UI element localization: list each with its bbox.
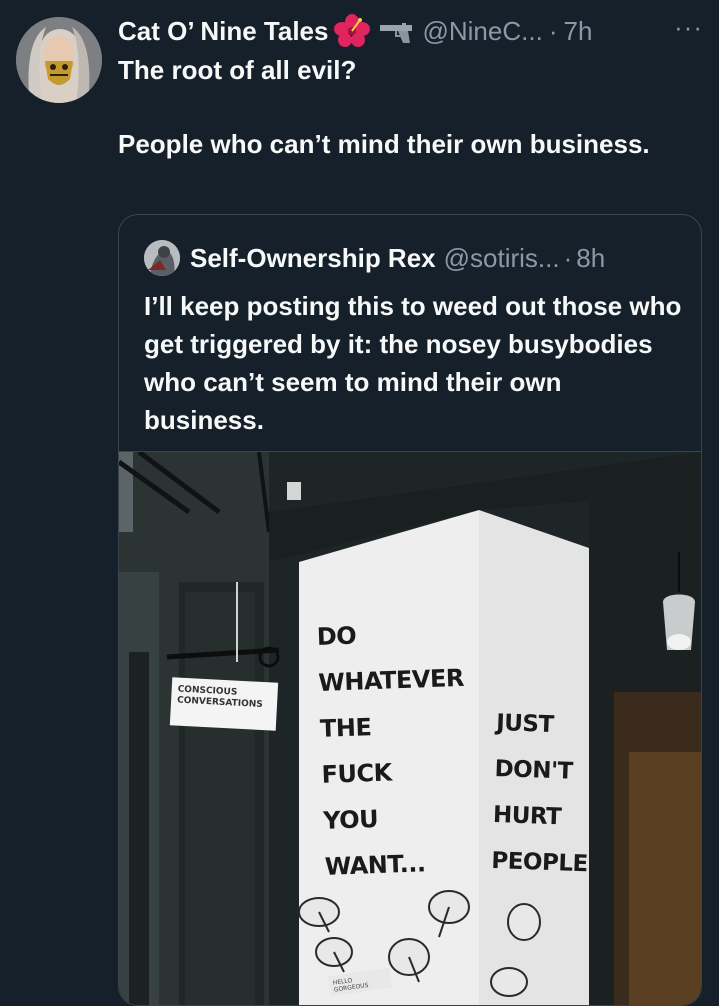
hanging-sign: CONSCIOUS CONVERSATIONS xyxy=(169,677,279,731)
tweet-header: Cat O’ Nine Tales @NineC... · 7h ··· xyxy=(118,12,709,50)
wall-word: JUST xyxy=(495,709,555,738)
wall-word: PEOPLE xyxy=(490,847,589,878)
wall-word: YOU xyxy=(322,804,379,835)
wall-word: DON'T xyxy=(494,755,574,785)
wall-text-left: DO WHATEVER THE FUCK YOU WANT... xyxy=(316,609,471,890)
author-avatar[interactable] xyxy=(16,17,102,103)
tweet-text: The root of all evil? People who can’t m… xyxy=(118,52,678,163)
quoted-text: I’ll keep posting this to weed out those… xyxy=(144,291,682,435)
wall-word: HURT xyxy=(492,801,562,831)
tweet-text-line-1: The root of all evil? xyxy=(118,55,357,85)
author-handle[interactable]: @NineC... xyxy=(422,16,542,47)
wall-text-right: JUST DON'T HURT PEOPLE xyxy=(491,700,594,887)
quoted-author-avatar[interactable] xyxy=(144,240,180,276)
quoted-tweet[interactable]: Self-Ownership Rex @sotiris... · 8h I’ll… xyxy=(118,214,702,1006)
pistol-icon xyxy=(378,20,414,43)
quoted-author-name[interactable]: Self-Ownership Rex xyxy=(190,243,436,274)
wall-word: WHATEVER xyxy=(317,663,465,697)
wall-word: FUCK xyxy=(321,758,393,789)
separator-dot: · xyxy=(548,15,558,46)
tweet-time[interactable]: 7h xyxy=(563,16,592,47)
tweet-text-line-2: People who can’t mind their own business… xyxy=(118,129,650,159)
more-options-icon[interactable]: ··· xyxy=(674,12,703,43)
quoted-photo[interactable]: CONSCIOUS CONVERSATIONS DO WHATEVER THE … xyxy=(119,451,701,1005)
quoted-author-handle[interactable]: @sotiris... xyxy=(444,243,560,274)
wall-word: THE xyxy=(319,713,372,743)
quoted-separator-dot: · xyxy=(563,242,573,273)
wall-word: WANT... xyxy=(324,849,426,881)
hibiscus-icon xyxy=(334,14,371,48)
wall-word: DO xyxy=(316,621,357,651)
quoted-time[interactable]: 8h xyxy=(576,243,605,274)
author-name[interactable]: Cat O’ Nine Tales xyxy=(118,16,328,47)
quoted-header: Self-Ownership Rex @sotiris... · 8h xyxy=(144,239,605,277)
